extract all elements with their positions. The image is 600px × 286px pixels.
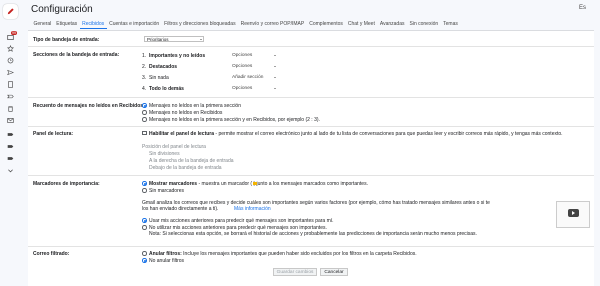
tab-inbox[interactable]: Recibidos	[79, 19, 107, 29]
chevron-down-icon	[274, 88, 276, 89]
reading-pane-label: Panel de lectura:	[33, 131, 74, 137]
star-icon[interactable]	[6, 44, 14, 52]
left-rail: 99	[0, 0, 21, 286]
section-options[interactable]: Opciones	[232, 86, 252, 91]
inbox-sections-row: Secciones de la bandeja de entrada: 1. I…	[28, 46, 594, 96]
tab-filters[interactable]: Filtros y direcciones bloqueadas	[162, 19, 238, 29]
use-past-actions-option: Usar mis acciones anteriores para predec…	[149, 218, 334, 224]
tab-offline[interactable]: Sin conexión	[407, 19, 441, 29]
reading-pane-option: Habilitar el panel de lectura - permite …	[149, 131, 563, 137]
section-name: Todo lo demás	[149, 86, 184, 92]
tab-advanced[interactable]: Avanzadas	[377, 19, 407, 29]
tab-forwarding[interactable]: Reenvío y correo POP/IMAP	[238, 19, 307, 29]
label-icon[interactable]	[6, 154, 14, 162]
use-past-actions-radio[interactable]	[142, 218, 147, 223]
unread-radio-first-section[interactable]	[142, 103, 147, 108]
reading-pane-position: Sin divisiones	[149, 151, 180, 157]
reading-pane-position: Debajo de la bandeja de entrada	[149, 165, 222, 171]
chevron-down-icon	[274, 77, 276, 78]
section-number: 4.	[142, 86, 147, 92]
settings-header: Configuración Es	[21, 0, 600, 18]
section-number: 1.	[142, 53, 147, 59]
chevron-down-icon	[274, 66, 276, 67]
chevron-down-icon[interactable]	[6, 166, 14, 174]
tab-themes[interactable]: Temas	[441, 19, 461, 29]
tab-general[interactable]: General	[31, 19, 54, 29]
chevron-down-icon	[274, 55, 276, 56]
compose-button[interactable]	[3, 4, 18, 19]
section-options[interactable]: Añadir sección	[232, 75, 263, 80]
section-number: 3.	[142, 75, 147, 81]
chevron-down-icon	[200, 38, 202, 40]
filtered-label: Correo filtrado:	[33, 251, 70, 257]
inbox-badge: 99	[11, 31, 17, 35]
importance-info: los han enviado directamente a ti).	[142, 206, 219, 212]
unread-option-label: Mensajes no leídos en Recibidos	[149, 110, 223, 116]
unread-radio-inbox[interactable]	[142, 110, 147, 115]
draft-icon[interactable]	[6, 80, 14, 88]
settings-tabs: General Etiquetas Recibidos Cuentas e im…	[31, 19, 600, 30]
section-options[interactable]: Opciones	[232, 64, 252, 69]
tab-addons[interactable]: Complementos	[307, 19, 346, 29]
importance-video-thumbnail[interactable]	[556, 201, 590, 228]
sections-label: Secciones de la bandeja de entrada:	[33, 52, 120, 58]
unread-option-label: Mensajes no leídos en la primera sección	[149, 103, 241, 109]
play-icon	[568, 209, 579, 217]
save-changes-button[interactable]: Guardar cambios	[273, 268, 317, 276]
label-icon[interactable]	[6, 130, 14, 138]
tab-labels[interactable]: Etiquetas	[54, 19, 80, 29]
send-icon[interactable]	[6, 68, 14, 76]
importance-marker-icon	[253, 181, 257, 185]
inbox-type-row: Tipo de bandeja de entrada: Prioritarios	[28, 35, 594, 45]
no-markers-option: Sin marcadores	[149, 188, 185, 194]
no-markers-radio[interactable]	[142, 188, 147, 193]
section-number: 2.	[142, 64, 147, 70]
mail-icon[interactable]	[6, 116, 14, 124]
tab-accounts[interactable]: Cuentas e importación	[107, 19, 162, 29]
reading-pane-position: A la derecha de la bandeja de entrada	[149, 158, 234, 164]
page-title: Configuración	[31, 4, 93, 15]
no-past-actions-radio[interactable]	[142, 225, 147, 230]
unread-radio-both[interactable]	[142, 117, 147, 122]
no-past-actions-note: Nota: Si seleccionas esta opción, se bor…	[149, 231, 477, 237]
no-override-option: No anular filtros	[149, 258, 185, 264]
trash-icon[interactable]	[6, 104, 14, 112]
importance-label: Marcadores de importancia:	[33, 181, 100, 187]
no-override-radio[interactable]	[142, 258, 147, 263]
label-icon[interactable]	[6, 142, 14, 150]
unread-label: Recuento de mensajes no leídos en Recibi…	[33, 103, 145, 109]
inbox-type-select[interactable]: Prioritarios	[144, 36, 204, 42]
reading-pane-checkbox[interactable]	[142, 130, 147, 135]
learn-more-link[interactable]: Más información	[234, 206, 271, 212]
reading-pane-position-title: Posición del panel de lectura	[142, 144, 206, 150]
override-filters-radio[interactable]	[142, 251, 147, 256]
unread-count-row: Recuento de mensajes no leídos en Recibi…	[28, 97, 594, 125]
cancel-button[interactable]: Cancelar	[320, 268, 348, 276]
inbox-type-label: Tipo de bandeja de entrada:	[33, 37, 100, 43]
override-filters-option: Anular filtros: Incluye los mensajes imp…	[149, 251, 417, 257]
section-name: Importantes y no leídos	[149, 53, 206, 59]
filtered-mail-row: Correo filtrado: Anular filtros: Incluye…	[28, 246, 594, 266]
important-icon[interactable]	[6, 92, 14, 100]
importance-markers-row: Marcadores de importancia: Mostrar marca…	[28, 175, 594, 245]
clock-icon[interactable]	[6, 56, 14, 64]
section-name: Sin nada	[149, 75, 169, 81]
pencil-icon	[7, 8, 14, 15]
show-markers-radio[interactable]	[142, 181, 147, 186]
reading-pane-row: Panel de lectura: Habilitar el panel de …	[28, 126, 594, 174]
tab-chat-meet[interactable]: Chat y Meet	[345, 19, 377, 29]
section-options[interactable]: Opciones	[232, 53, 252, 58]
unread-option-label: Mensajes no leídos en la primera sección…	[149, 117, 320, 123]
language-account[interactable]: Es	[579, 5, 586, 11]
show-markers-option: Mostrar marcadores - muestra un marcador…	[149, 181, 368, 187]
settings-panel: Tipo de bandeja de entrada: Prioritarios…	[28, 30, 594, 286]
section-name: Destacados	[149, 64, 178, 70]
